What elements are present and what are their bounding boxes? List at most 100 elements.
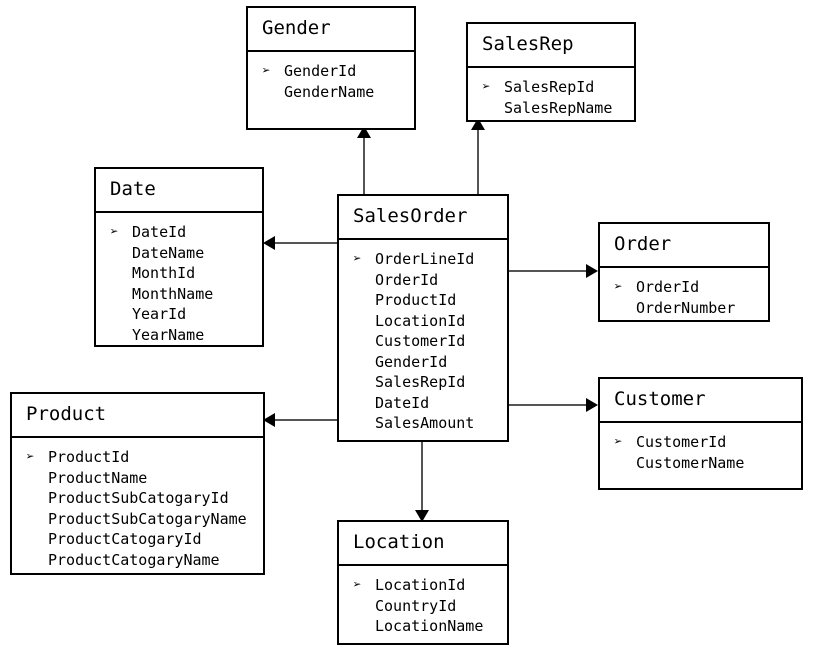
field-label: CustomerId <box>375 332 466 350</box>
field-row: DateName <box>96 243 262 264</box>
field-label: GenderId <box>375 352 448 371</box>
field-row: YearId <box>96 304 262 325</box>
entity-salesorder-fields: ➢ OrderLineId OrderId ProductId Location… <box>339 240 507 434</box>
field-row: YearName <box>96 325 262 346</box>
primary-key-icon: ➢ <box>262 63 271 79</box>
connector-salesorder-product <box>275 419 338 421</box>
field-label: DateName <box>132 243 205 262</box>
entity-customer[interactable]: Customer ➢ CustomerId CustomerName <box>598 377 803 490</box>
entity-product-fields: ➢ ProductId ProductName ProductSubCatoga… <box>12 438 263 570</box>
entity-gender[interactable]: Gender ➢ GenderId GenderName <box>246 6 416 130</box>
field-label: LocationName <box>375 617 484 635</box>
field-row: SalesRepId <box>339 372 507 393</box>
field-label: CountryId <box>375 596 457 615</box>
entity-location-title: Location <box>339 522 507 566</box>
field-label: ProductCatogaryId <box>48 530 202 548</box>
field-label: SalesRepName <box>504 98 613 117</box>
field-row: ➢ OrderId <box>600 277 768 298</box>
field-row: SalesRepName <box>468 98 634 119</box>
field-row: ProductSubCatogaryId <box>12 488 263 509</box>
field-row: ➢ SalesRepId <box>468 77 634 98</box>
field-label: OrderId <box>636 278 700 296</box>
primary-key-icon: ➢ <box>26 449 35 465</box>
field-label: ProductSubCatogaryName <box>48 509 247 528</box>
field-row: DateId <box>339 393 507 414</box>
field-label: OrderLineId <box>375 250 475 268</box>
field-row: ➢ DateId <box>96 222 262 243</box>
field-label: MonthName <box>132 284 214 303</box>
field-row: ProductCatogaryName <box>12 550 263 571</box>
entity-order[interactable]: Order ➢ OrderId OrderNumber <box>598 222 770 322</box>
entity-date-fields: ➢ DateId DateName MonthId MonthName Year… <box>96 213 262 345</box>
field-row: GenderName <box>248 82 414 103</box>
field-row: CountryId <box>339 596 507 617</box>
connector-salesorder-date <box>275 242 338 244</box>
field-label: GenderName <box>284 82 375 101</box>
field-row: OrderNumber <box>600 298 768 319</box>
entity-gender-fields: ➢ GenderId GenderName <box>248 52 414 102</box>
field-label: MonthId <box>132 264 196 282</box>
field-label: ProductSubCatogaryId <box>48 489 229 507</box>
field-row: ➢ LocationId <box>339 575 507 596</box>
field-label: OrderId <box>375 270 439 289</box>
field-row: MonthName <box>96 284 262 305</box>
field-label: SalesRepId <box>375 373 466 391</box>
primary-key-icon: ➢ <box>482 79 491 95</box>
entity-date[interactable]: Date ➢ DateId DateName MonthId MonthName… <box>94 167 264 347</box>
entity-date-title: Date <box>96 169 262 213</box>
connector-salesorder-salesrep <box>477 128 479 203</box>
field-label: ProductId <box>48 448 130 466</box>
field-row: ProductId <box>339 290 507 311</box>
field-row: OrderId <box>339 270 507 291</box>
field-label: SalesAmount <box>375 414 475 432</box>
field-row: ProductName <box>12 468 263 489</box>
field-label: LocationId <box>375 576 466 594</box>
field-label: SalesRepId <box>504 78 595 96</box>
connector-salesorder-location <box>421 442 423 520</box>
entity-location-fields: ➢ LocationId CountryId LocationName <box>339 566 507 637</box>
entity-salesrep-title: SalesRep <box>468 24 634 68</box>
connector-salesorder-customer <box>509 404 589 406</box>
primary-key-icon: ➢ <box>614 279 623 295</box>
field-label: CustomerName <box>636 453 745 472</box>
field-label: DateId <box>132 223 187 241</box>
field-row: ➢ GenderId <box>248 61 414 82</box>
field-row: ➢ ProductId <box>12 447 263 468</box>
field-label: YearId <box>132 305 187 323</box>
field-label: CustomerId <box>636 433 727 451</box>
arrowhead-date <box>263 236 275 250</box>
entity-product-title: Product <box>12 394 263 438</box>
entity-salesrep[interactable]: SalesRep ➢ SalesRepId SalesRepName <box>466 22 636 122</box>
primary-key-icon: ➢ <box>353 577 362 593</box>
field-row: ProductCatogaryId <box>12 529 263 550</box>
field-row: ProductSubCatogaryName <box>12 509 263 530</box>
arrowhead-order <box>586 264 598 278</box>
field-row: ➢ CustomerId <box>600 432 801 453</box>
field-row: MonthId <box>96 263 262 284</box>
connector-salesorder-order <box>509 270 589 272</box>
field-label: ProductName <box>48 468 148 487</box>
field-label: ProductCatogaryName <box>48 550 220 569</box>
field-row: GenderId <box>339 352 507 373</box>
entity-product[interactable]: Product ➢ ProductId ProductName ProductS… <box>10 392 265 575</box>
field-row: CustomerName <box>600 453 801 474</box>
field-row: LocationName <box>339 616 507 637</box>
entity-salesorder-title: SalesOrder <box>339 196 507 240</box>
entity-salesorder[interactable]: SalesOrder ➢ OrderLineId OrderId Product… <box>337 194 509 442</box>
entity-gender-title: Gender <box>248 8 414 52</box>
field-label: DateId <box>375 393 430 412</box>
field-label: LocationId <box>375 311 466 330</box>
entity-location[interactable]: Location ➢ LocationId CountryId Location… <box>337 520 509 645</box>
entity-customer-fields: ➢ CustomerId CustomerName <box>600 423 801 473</box>
field-label: YearName <box>132 325 205 344</box>
primary-key-icon: ➢ <box>353 251 362 267</box>
entity-order-fields: ➢ OrderId OrderNumber <box>600 268 768 318</box>
connector-salesorder-gender <box>363 136 365 203</box>
primary-key-icon: ➢ <box>110 224 119 240</box>
erd-canvas: Gender ➢ GenderId GenderName SalesRep ➢ … <box>0 0 823 653</box>
arrowhead-customer <box>586 398 598 412</box>
field-row: LocationId <box>339 311 507 332</box>
field-label: GenderId <box>284 62 357 80</box>
field-row: ➢ OrderLineId <box>339 249 507 270</box>
entity-salesrep-fields: ➢ SalesRepId SalesRepName <box>468 68 634 118</box>
